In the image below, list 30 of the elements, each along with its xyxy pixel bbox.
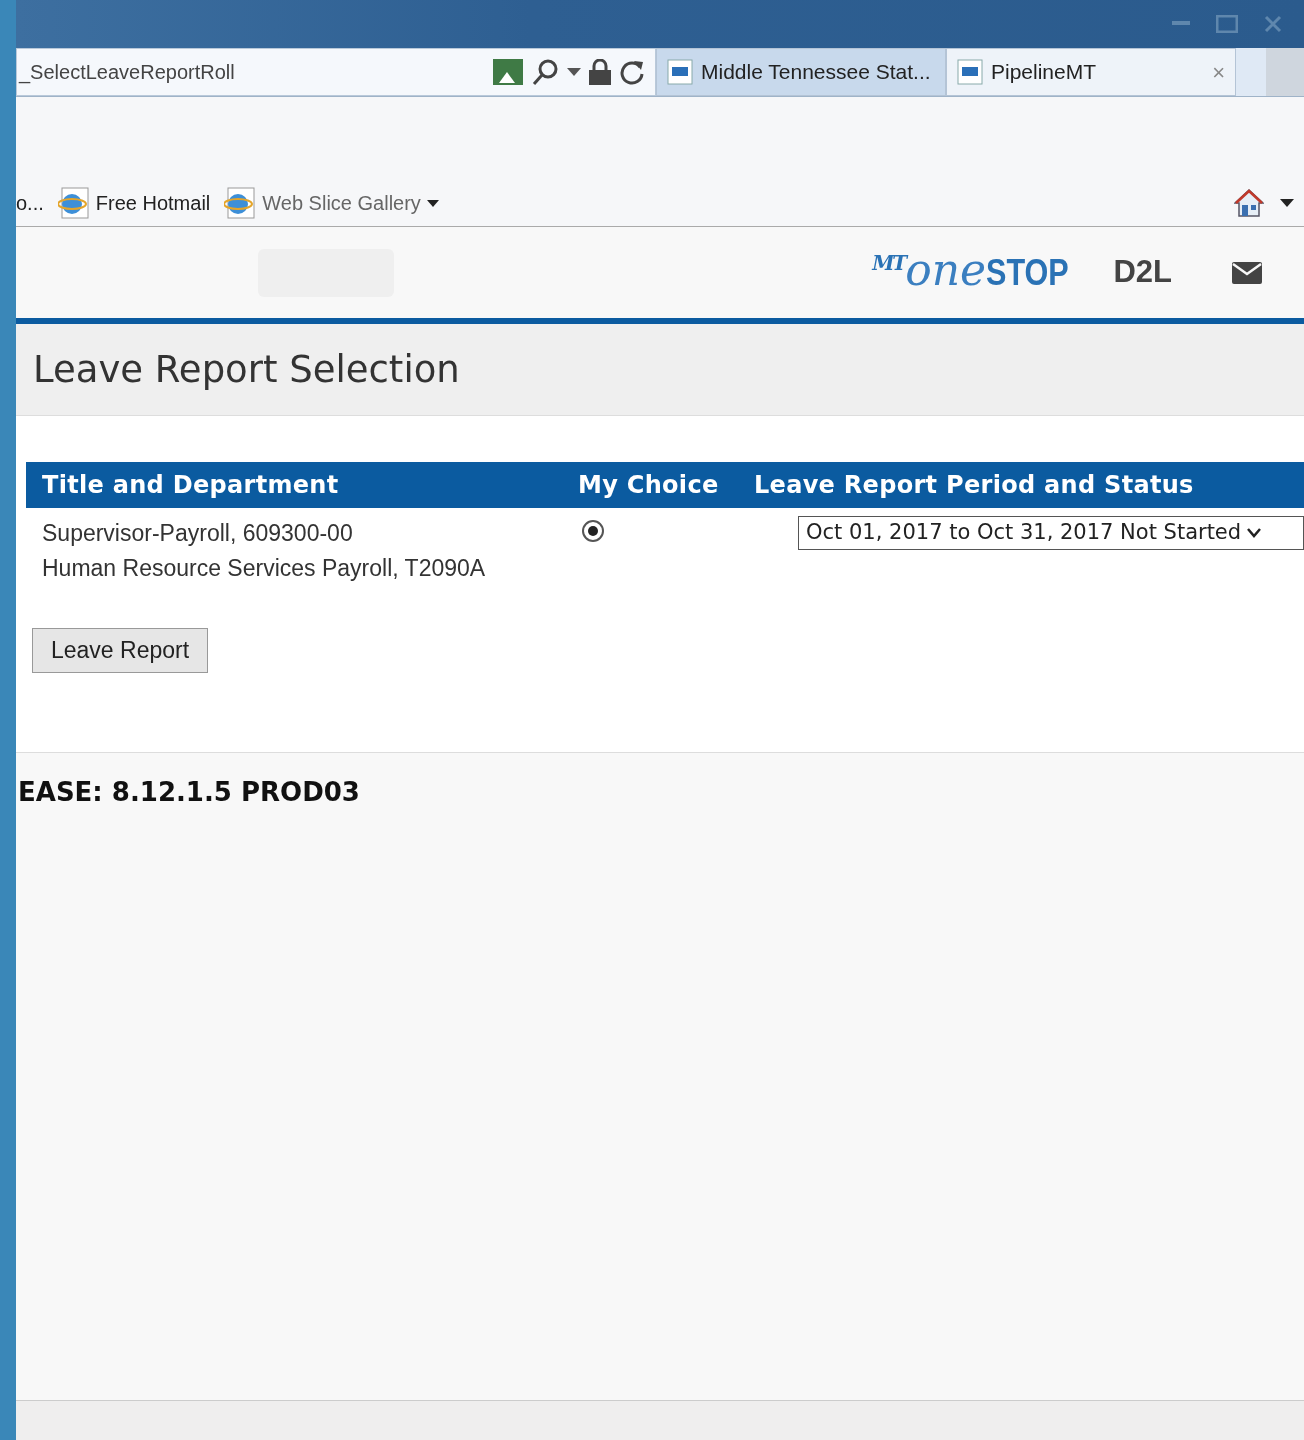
globe-page-icon xyxy=(224,187,257,219)
page-icon xyxy=(957,59,983,85)
nav-link[interactable]: D2L xyxy=(1113,249,1172,296)
browser-tab[interactable]: Middle Tennessee Stat... xyxy=(656,48,946,96)
release-text: EASE: 8.12.1.5 PROD03 xyxy=(17,776,360,809)
caret-icon[interactable] xyxy=(426,199,439,207)
table-cell-text: Supervisor-Payroll, 609300-00 Human Resource Services Payroll, T2090A xyxy=(41,519,487,583)
caret-icon[interactable] xyxy=(1280,199,1294,207)
chevron-icon[interactable] xyxy=(1247,528,1262,538)
mail-icon[interactable] xyxy=(1232,261,1262,284)
globe-page-icon xyxy=(57,187,90,219)
lock-icon[interactable] xyxy=(589,59,611,85)
page-icon xyxy=(667,59,693,85)
page-title: Leave Report Selection xyxy=(16,324,1304,416)
image-icon[interactable] xyxy=(493,59,523,85)
period-select[interactable]: Oct 01, 2017 to Oct 31, 2017 Not Started xyxy=(798,516,1304,550)
home-icon[interactable] xyxy=(1234,188,1264,218)
favorite-link[interactable]: Free Hotmail xyxy=(95,188,211,218)
browser-tab[interactable]: PipelineMT × xyxy=(946,48,1236,96)
column-header: Leave Report Period and Status xyxy=(754,462,1304,508)
search-icon[interactable] xyxy=(531,58,559,86)
column-header: My Choice xyxy=(562,462,754,508)
refresh-icon[interactable] xyxy=(619,59,645,85)
caret-icon[interactable] xyxy=(567,68,581,76)
leave-report-button[interactable]: Leave Report xyxy=(32,628,209,673)
column-header: Title and Department xyxy=(26,462,562,508)
radio-button[interactable] xyxy=(582,520,604,542)
favorite-link[interactable]: Web Slice Gallery xyxy=(262,188,421,218)
favorite-link[interactable]: o... xyxy=(16,188,44,218)
address-bar[interactable]: _SelectLeaveReportRoll xyxy=(16,48,656,96)
